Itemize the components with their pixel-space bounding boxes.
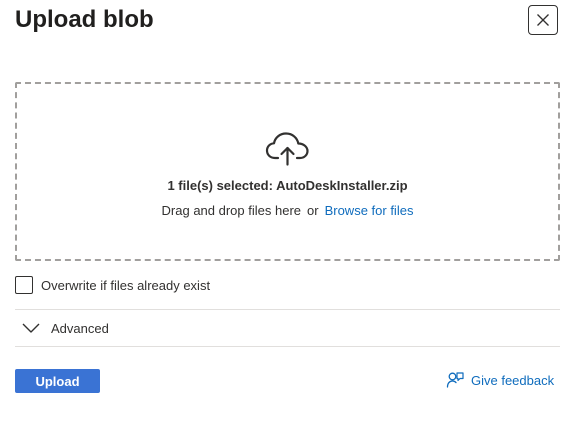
drag-drop-instructions: Drag and drop files here or Browse for fil…: [17, 203, 558, 218]
upload-button[interactable]: Upload: [15, 369, 100, 393]
drag-drop-text: Drag and drop files here: [161, 203, 302, 218]
close-icon: [537, 14, 549, 26]
divider-top: [15, 309, 560, 310]
or-text: or: [307, 203, 319, 218]
feedback-person-icon: [446, 372, 464, 388]
advanced-section-toggle[interactable]: Advanced: [22, 319, 109, 337]
cloud-upload-icon: [265, 132, 309, 166]
browse-files-link[interactable]: Browse for files: [325, 203, 414, 218]
overwrite-option[interactable]: Overwrite if files already exist: [15, 276, 210, 294]
overwrite-label: Overwrite if files already exist: [41, 277, 211, 293]
divider-bottom: [15, 346, 560, 347]
file-drop-zone[interactable]: 1 file(s) selected: AutoDeskInstaller.zi…: [15, 82, 560, 261]
give-feedback-link[interactable]: Give feedback: [446, 371, 554, 389]
overwrite-checkbox[interactable]: [15, 276, 33, 294]
chevron-down-icon: [22, 323, 40, 333]
selected-files-text: 1 file(s) selected: AutoDeskInstaller.zi…: [167, 178, 408, 193]
give-feedback-label: Give feedback: [471, 372, 555, 388]
close-button[interactable]: [528, 5, 558, 35]
panel-title: Upload blob: [15, 6, 154, 33]
advanced-label: Advanced: [51, 320, 109, 336]
